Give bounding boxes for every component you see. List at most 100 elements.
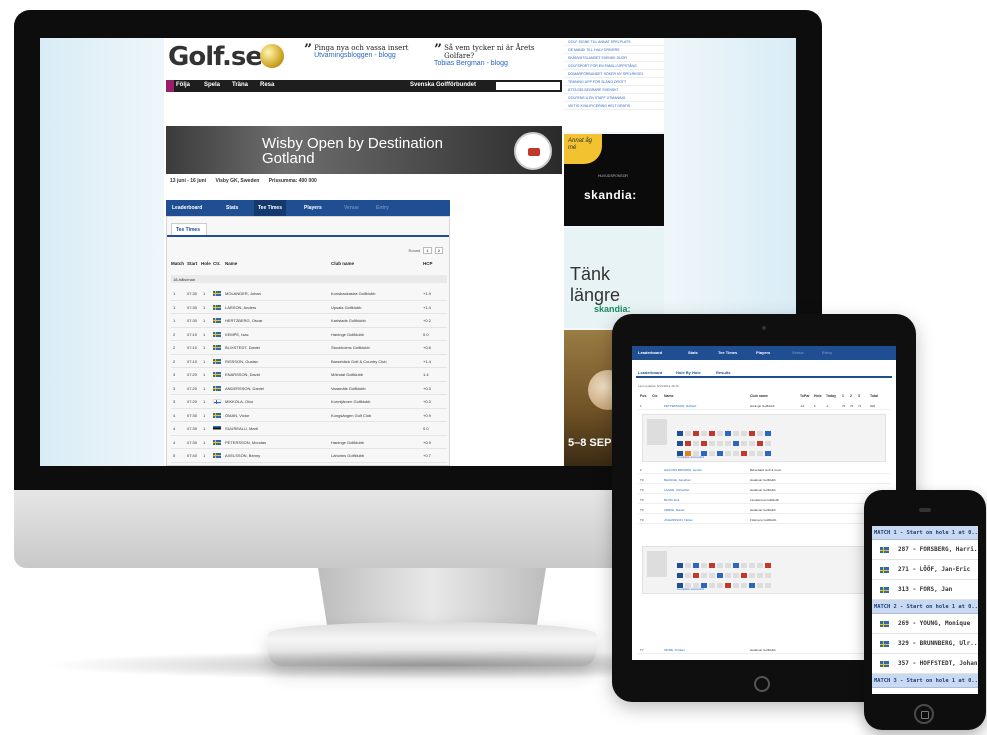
row-name[interactable]: JOHANSSON, Niclas xyxy=(664,518,693,522)
row-name[interactable]: SPIDE, Kristian xyxy=(664,648,685,652)
round-button-2[interactable]: 2 xyxy=(434,247,443,254)
sidebar-news-link[interactable]: GE MANDI TILL HALV DRIVERS xyxy=(564,46,664,54)
complete-scorecard-link[interactable]: Complete scorecard xyxy=(677,587,704,591)
leaderboard-row[interactable]: T3 LØRKE, Daniel Hadamar Golfklubb xyxy=(638,506,890,514)
tab-entry[interactable]: Entry xyxy=(822,350,832,355)
tab-tee-times[interactable]: Tee Times xyxy=(254,200,286,216)
table-row[interactable]: 4 07:30 1 SUUREALU, Marti 0.0 xyxy=(171,422,447,436)
table-row[interactable]: 3 07:20 1 ANDERSSON, Daniel Varamäls Golfklu… xyxy=(171,382,447,395)
col-match[interactable]: Match xyxy=(171,261,184,266)
tab-stats[interactable]: Stats xyxy=(688,350,698,355)
leaderboard-row[interactable]: T7 SPIDE, Kristian Hadamar Golfklubb xyxy=(638,646,890,654)
sidebar-news-link[interactable]: GOLFSPORT FÖR EN FAMILJ UPPSTÅNG xyxy=(564,62,664,70)
skandia-ad[interactable]: Annat åg mé HUVUDSPONSOR skandia: xyxy=(564,134,664,226)
nav-item-spela[interactable]: Spela xyxy=(204,82,220,88)
table-row[interactable]: 2 07:10 1 BLIXSTEDT, Daniel Stockholms Golfk… xyxy=(171,341,447,355)
table-row[interactable]: 1 07:30 1 MOLANDER, Johan Kunsbackastra Golf… xyxy=(171,287,447,301)
table-row[interactable]: 3 07:20 1 ENARSSON, David Mölndal Golfklubb 1… xyxy=(171,368,447,382)
table-row[interactable]: 5 07:40 1 AXELSSON, Benny Lahoims Golfklubb +… xyxy=(171,449,447,463)
home-button[interactable] xyxy=(914,704,934,724)
player-row[interactable]: 351 - GÖRANSSON, Ni... xyxy=(872,688,978,694)
cell-name[interactable]: SUUREALU, Marti xyxy=(225,426,258,431)
tab-players[interactable]: Players xyxy=(756,350,770,355)
nav-item-federation[interactable]: Svenska Golfförbundet xyxy=(410,82,476,88)
subtab-tee-times[interactable]: Tee Times xyxy=(171,223,207,235)
cell-name[interactable]: MIKKOLA, Oivo xyxy=(225,399,253,404)
cell-name[interactable]: AXELSSON, Benny xyxy=(225,453,260,458)
subtab-hole-by-hole[interactable]: Hole By Hole xyxy=(676,370,701,375)
cell-name[interactable]: ENARSSON, David xyxy=(225,372,260,377)
search-input[interactable]: ⚲ xyxy=(496,82,560,91)
table-row[interactable]: 2 07:10 1 KEMPE, Isac Haninge Golfklubb 0.0 xyxy=(171,328,447,341)
leaderboard-row[interactable]: T3 LANGE, Christoffer Hadamar Golfklubb xyxy=(638,486,890,494)
table-row[interactable]: 4 07:30 1 PETERSSON, Mondas Haninge Golfklub… xyxy=(171,436,447,449)
sidebar-news-link[interactable]: SKÅNVÄTSLANDET SVENSK DUOR xyxy=(564,54,664,62)
table-row[interactable]: 3 07:20 1 MIKKOLA, Oivo Kurmijärven Golfklub… xyxy=(171,395,447,409)
cell-name[interactable]: HERTZBERG, Oscar xyxy=(225,318,263,323)
cell-name[interactable]: ÖMAN, Victor xyxy=(225,413,249,418)
blog-link[interactable]: Tobias Bergman - blogg xyxy=(434,60,554,68)
table-row[interactable]: 1 07:30 1 HERTZBERG, Oscar Karlstads Golfklu… xyxy=(171,314,447,328)
blog-teaser-1[interactable]: ” Pinga nya och vassa insert Utvarningsb… xyxy=(304,43,414,60)
leaderboard-row[interactable]: T3 BHANGE, Jonathan Hadamar Golfklubb xyxy=(638,476,890,484)
tab-tee-times[interactable]: Tee Times xyxy=(718,350,737,355)
leaderboard-row[interactable]: 2 HILFORS BRANDIN, Henrik Barsebäck Golf &… xyxy=(638,466,890,474)
player-row[interactable]: 287 - FORSBERG, Harri... xyxy=(872,540,978,560)
row-name[interactable]: BLOM, Erik xyxy=(664,498,679,502)
tab-players[interactable]: Players xyxy=(304,205,322,211)
cell-club: Haninge Golfklubb xyxy=(331,331,364,337)
leaderboard-row[interactable]: T3 BLOM, Erik Landskrona Golfklubb xyxy=(638,496,890,504)
cell-name[interactable]: RISSSON, Gustav xyxy=(225,359,258,364)
nav-item-resa[interactable]: Resa xyxy=(260,82,274,88)
tank-langre-ad[interactable]: Tänk längre skandia: xyxy=(564,228,664,328)
cell-hole: 1 xyxy=(203,291,206,296)
cell-name[interactable]: ANDERSSON, Daniel xyxy=(225,386,264,391)
round-button-1[interactable]: 1 xyxy=(423,247,432,254)
row-today: -1 xyxy=(826,404,829,408)
subtab-results[interactable]: Results xyxy=(716,370,730,375)
cell-name[interactable]: MOLANDER, Johan xyxy=(225,291,261,296)
subtab-leaderboard[interactable]: Leaderboard xyxy=(638,370,662,375)
cell-club: Karlstads Golfklubb xyxy=(331,318,366,323)
sidebar-news-link[interactable]: TRÄNING UPP FÖR SLÄNG DROTT xyxy=(564,78,664,86)
row-name[interactable]: BHANGE, Jonathan xyxy=(664,478,691,482)
sidebar-news-link[interactable]: ÄTTA DELSEGRARE SVENSKT xyxy=(564,86,664,94)
tab-venue[interactable]: Venue xyxy=(344,205,359,211)
player-row[interactable]: 329 - BRUNNBERG, Ulr... xyxy=(872,634,978,654)
cell-name[interactable]: LARSON, Anders xyxy=(225,305,256,310)
row-name[interactable]: LANGE, Christoffer xyxy=(664,488,690,492)
leaderboard-row[interactable]: 1 PETTERSSON, Richard Haninge Golfklubb … xyxy=(638,402,890,410)
table-row[interactable]: 1 07:30 1 LARSON, Anders Upsala Golfklubb +1.… xyxy=(171,301,447,314)
leaderboard-row[interactable]: T3 JOHANSSON, Niclas Fiskmens Golfklubb xyxy=(638,516,890,524)
row-hole: F xyxy=(814,404,816,408)
player-row[interactable]: 271 - LÖÖF, Jan-Eric xyxy=(872,560,978,580)
cell-name[interactable]: KEMPE, Isac xyxy=(225,332,249,337)
player-row[interactable]: 269 - YOUNG, Monique xyxy=(872,614,978,634)
table-row[interactable]: 2 07:10 1 RISSSON, Gustav Barsebäck Golf & C… xyxy=(171,355,447,368)
nav-item-folja[interactable]: Följa xyxy=(176,82,190,88)
col-pos[interactable]: Pos xyxy=(640,394,646,398)
tab-leaderboard[interactable]: Leaderboard xyxy=(638,350,662,355)
tab-stats[interactable]: Stats xyxy=(226,205,238,211)
sidebar-news-link[interactable]: DOMARFÖRBUNDET SÖKER NY SPELREGEL xyxy=(564,70,664,78)
tab-leaderboard[interactable]: Leaderboard xyxy=(172,205,202,211)
player-row[interactable]: 357 - HOFFSTEDT, Johan xyxy=(872,654,978,674)
tab-entry[interactable]: Entry xyxy=(376,205,389,211)
sidebar-news-link[interactable]: GOLFENS & EN STAFF UTMANING xyxy=(564,94,664,102)
row-name[interactable]: PETTERSSON, Richard xyxy=(664,404,696,408)
home-button[interactable] xyxy=(754,676,770,692)
site-logo[interactable]: Golf.se xyxy=(168,42,263,72)
sidebar-news-link[interactable]: GOLF-SIGNE TILL ANNAT SPELPLATS xyxy=(564,38,664,46)
table-row[interactable]: 4 07:30 1 ÖMAN, Victor Kungsängen Golf Club +… xyxy=(171,409,447,422)
complete-scorecard-link[interactable]: Complete scorecard xyxy=(677,455,704,459)
cell-name[interactable]: PETERSSON, Mondas xyxy=(225,440,266,445)
tab-venue[interactable]: Venue xyxy=(792,350,804,355)
row-name[interactable]: LØRKE, Daniel xyxy=(664,508,684,512)
player-row[interactable]: 313 - FORS, Jan xyxy=(872,580,978,600)
blog-link[interactable]: Utvarningsbloggen - blogg xyxy=(304,52,414,60)
row-name[interactable]: HILFORS BRANDIN, Henrik xyxy=(664,468,702,472)
cell-name[interactable]: BLIXSTEDT, Daniel xyxy=(225,345,260,350)
sidebar-news-link[interactable]: VIKTIG KVALIFICERING HELT GRATIS xyxy=(564,102,664,110)
nav-item-trana[interactable]: Träna xyxy=(232,82,248,88)
blog-teaser-2[interactable]: ” Så vem tycker ni är Årets Golfare? Tob… xyxy=(434,43,554,68)
